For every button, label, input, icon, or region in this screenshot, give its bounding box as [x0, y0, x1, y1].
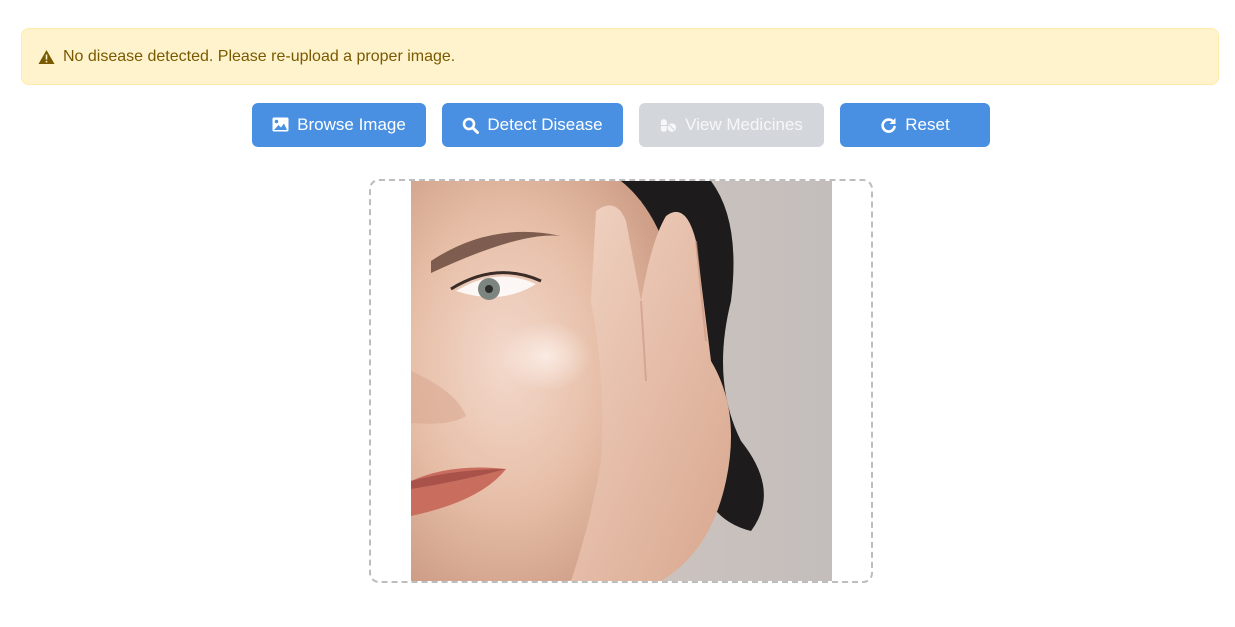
alert-message: No disease detected. Please re-upload a … [63, 47, 456, 65]
uploaded-image-preview [411, 181, 832, 581]
reset-button[interactable]: Reset [840, 103, 990, 147]
browse-image-label: Browse Image [297, 115, 406, 134]
view-medicines-label: View Medicines [685, 115, 803, 134]
warning-triangle-icon [38, 49, 55, 65]
image-upload-dropzone[interactable] [369, 179, 873, 583]
detect-disease-button[interactable]: Detect Disease [442, 103, 623, 147]
redo-icon [880, 117, 897, 134]
warning-alert: No disease detected. Please re-upload a … [21, 28, 1219, 85]
pills-icon [660, 117, 677, 134]
action-toolbar: Browse Image Detect Disease View Medicin… [0, 103, 1235, 147]
browse-image-button[interactable]: Browse Image [252, 103, 426, 147]
view-medicines-button[interactable]: View Medicines [639, 103, 824, 147]
reset-label: Reset [905, 115, 950, 134]
search-icon [462, 117, 480, 134]
image-icon [272, 117, 289, 134]
detect-disease-label: Detect Disease [487, 115, 603, 134]
page: No disease detected. Please re-upload a … [0, 0, 1235, 627]
